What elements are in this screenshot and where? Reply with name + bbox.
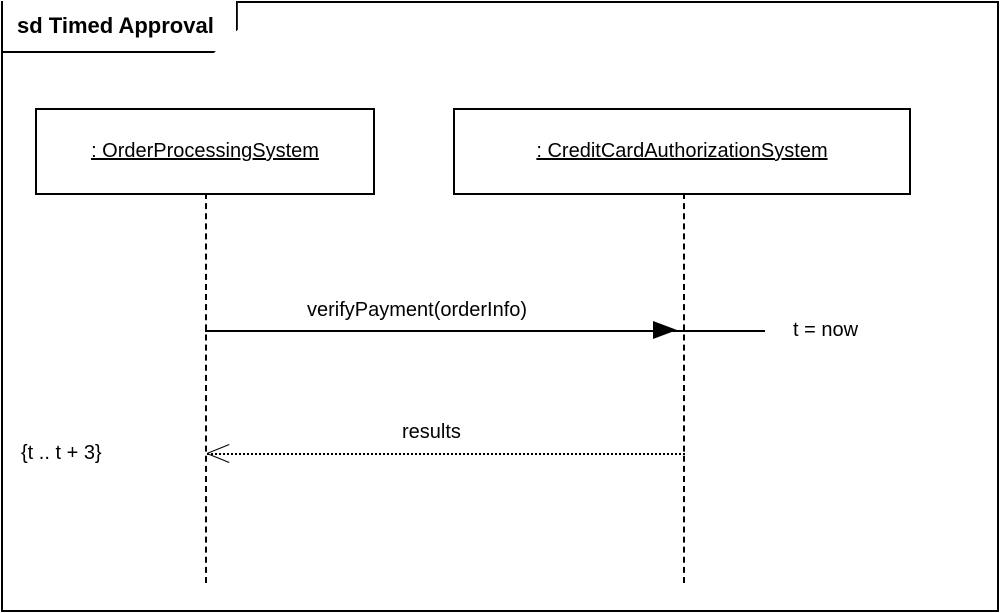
arrowhead-icon [653, 321, 677, 339]
message-label-return: results [402, 421, 461, 444]
lifeline-label: : OrderProcessingSystem [91, 140, 319, 162]
diagram-title: sd Timed Approval [1, 1, 238, 53]
sequence-diagram-frame: sd Timed Approval : OrderProcessingSyste… [1, 1, 999, 612]
timing-constraint-left: {t .. t + 3} [21, 442, 102, 465]
message-label-call: verifyPayment(orderInfo) [307, 299, 527, 322]
arrowhead-open-icon [207, 443, 231, 463]
timing-note-right: t = now [793, 319, 858, 342]
message-line-call [205, 330, 765, 332]
lifeline-line [683, 193, 685, 583]
message-line-return [207, 453, 685, 455]
lifeline-label: : CreditCardAuthorizationSystem [536, 140, 827, 162]
lifeline-credit-card-auth: : CreditCardAuthorizationSystem [453, 108, 911, 195]
lifeline-order-processing: : OrderProcessingSystem [35, 108, 375, 195]
lifeline-line [205, 193, 207, 583]
